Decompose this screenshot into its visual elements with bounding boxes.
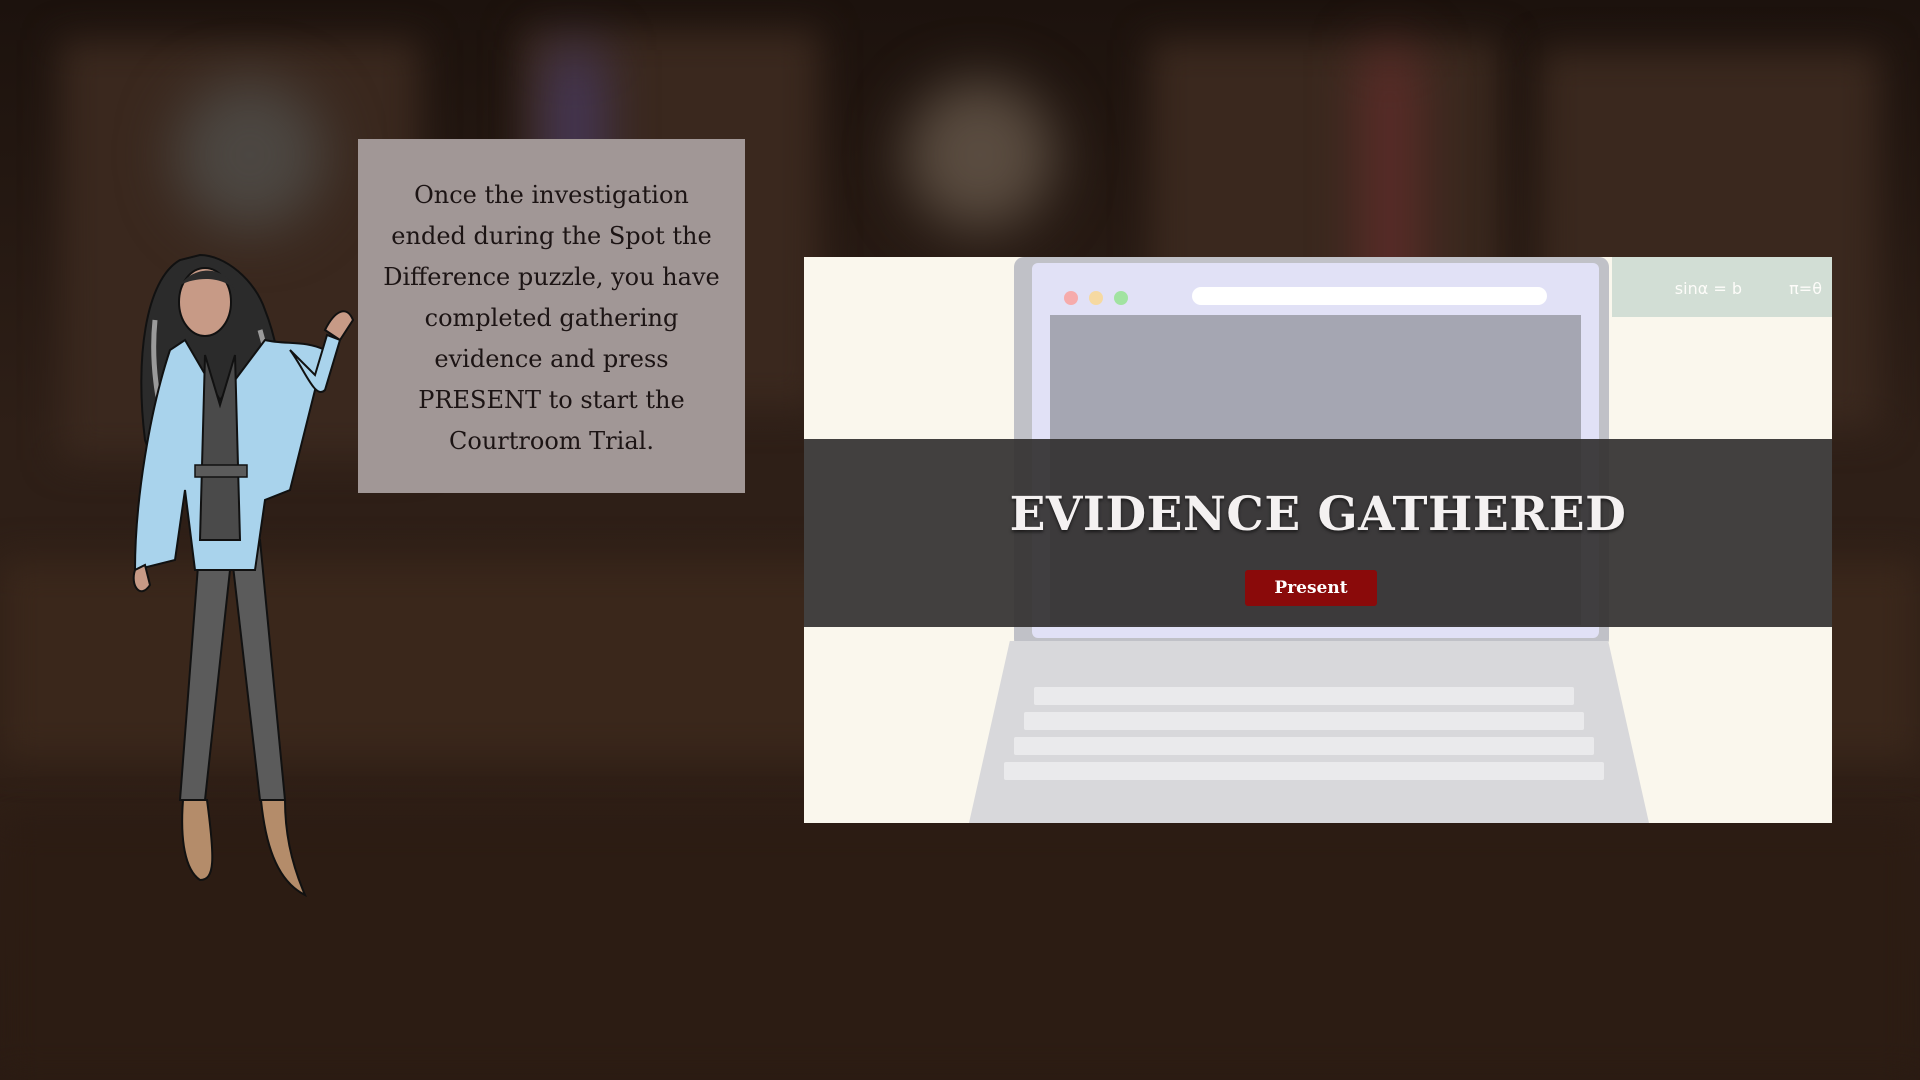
instruction-line: completed gathering xyxy=(424,304,679,332)
instruction-line: evidence and press xyxy=(434,345,669,373)
instruction-line: PRESENT to start the xyxy=(418,386,685,414)
instruction-line: Once the investigation xyxy=(414,181,689,209)
evidence-title: EVIDENCE GATHERED xyxy=(1009,487,1627,542)
instruction-line: Courtroom Trial. xyxy=(449,427,654,455)
instruction-line: ended during the Spot the xyxy=(391,222,712,250)
instruction-line: Difference puzzle, you have xyxy=(383,263,720,291)
instruction-box: Once the investigation ended during the … xyxy=(358,139,745,493)
evidence-screen: sinα = b π=θ EVIDENCE GATHERED Present xyxy=(804,257,1832,823)
present-button[interactable]: Present xyxy=(1245,570,1377,606)
teacher-character-icon xyxy=(132,253,355,898)
